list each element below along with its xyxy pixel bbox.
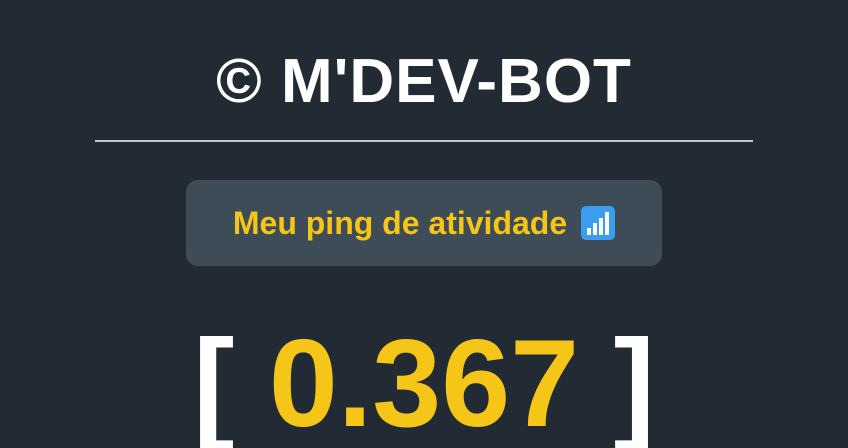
signal-bar — [587, 228, 592, 235]
close-bracket: ] — [613, 315, 655, 448]
signal-bar — [599, 218, 604, 235]
status-page: © M'DEV-BOT Meu ping de atividade [ 0.36… — [0, 0, 848, 448]
signal-bar — [593, 223, 598, 235]
ping-value-display: [ 0.367 ] — [0, 304, 848, 448]
signal-strength-icon — [581, 206, 616, 240]
signal-bar — [605, 212, 610, 235]
ping-card: Meu ping de atividade — [186, 180, 662, 266]
title-divider — [95, 140, 753, 142]
page-title: © M'DEV-BOT — [216, 47, 632, 116]
ping-value: 0.367 — [268, 315, 580, 448]
open-bracket: [ — [193, 315, 235, 448]
ping-label: Meu ping de atividade — [232, 205, 568, 241]
